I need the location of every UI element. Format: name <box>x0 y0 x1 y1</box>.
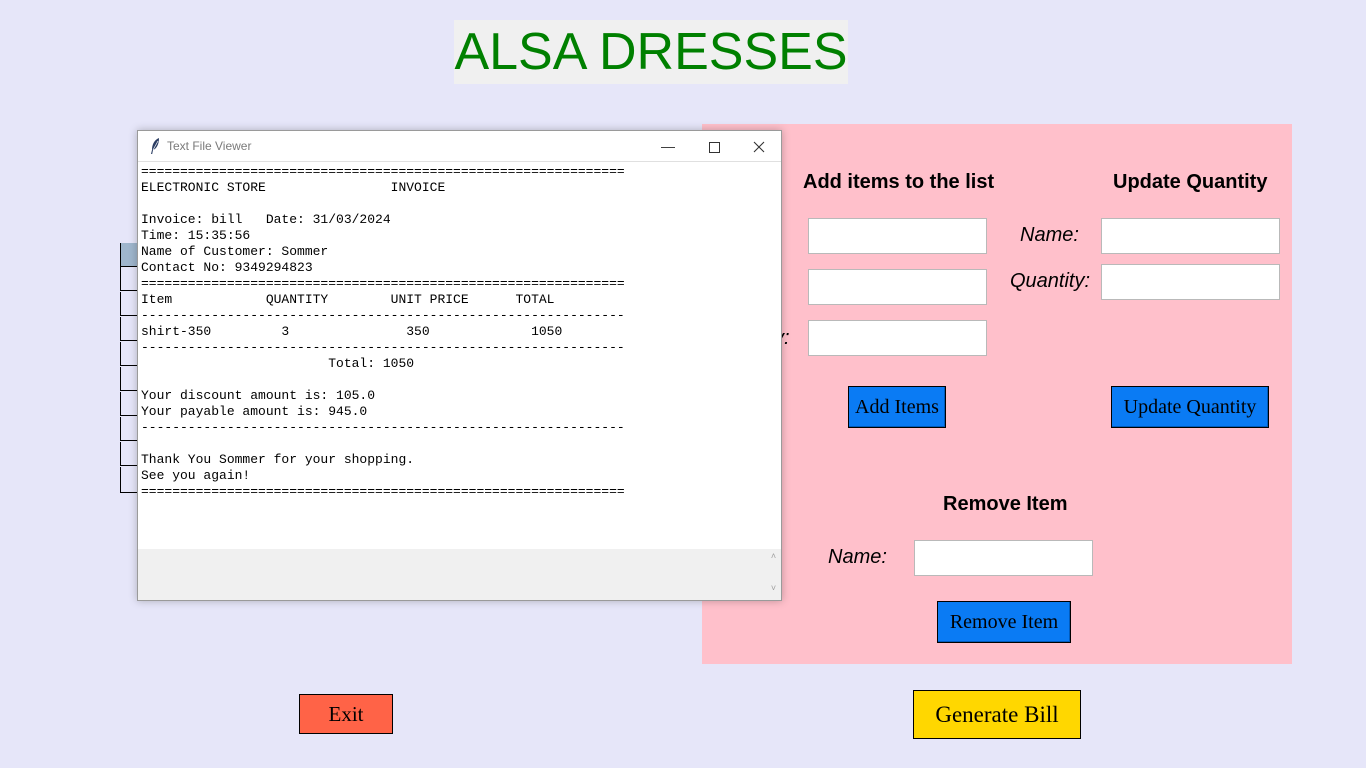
remove-name-input[interactable] <box>914 540 1093 576</box>
update-quantity-button[interactable]: Update Quantity <box>1111 386 1269 428</box>
vertical-scrollbar[interactable]: ˄ ˅ <box>766 549 781 600</box>
item-management-panel: Add items to the list : y: Add Items Upd… <box>702 124 1292 664</box>
feather-icon <box>148 137 162 155</box>
table-row[interactable] <box>120 243 138 267</box>
remove-item-button[interactable]: Remove Item <box>937 601 1071 643</box>
invoice-text-area[interactable]: ========================================… <box>138 162 781 548</box>
scroll-up-icon[interactable]: ˄ <box>766 551 781 561</box>
add-item-quantity-input[interactable] <box>808 320 987 356</box>
table-row[interactable] <box>120 342 138 366</box>
invoice-text: ========================================… <box>141 164 625 499</box>
add-item-price-input[interactable] <box>808 269 987 305</box>
update-quantity-heading: Update Quantity <box>1113 171 1268 193</box>
exit-button[interactable]: Exit <box>299 694 393 734</box>
table-row[interactable] <box>120 317 138 341</box>
table-row[interactable] <box>120 417 138 441</box>
app-title: ALSA DRESSES <box>454 20 848 84</box>
update-name-input[interactable] <box>1101 218 1280 254</box>
update-name-label: Name: <box>1020 224 1079 246</box>
add-items-button[interactable]: Add Items <box>848 386 946 428</box>
update-quantity-input[interactable] <box>1101 264 1280 300</box>
table-row[interactable] <box>120 442 138 466</box>
table-row[interactable] <box>120 367 138 391</box>
add-item-name-input[interactable] <box>808 218 987 254</box>
table-row[interactable] <box>120 292 138 316</box>
text-file-viewer-window: Text File Viewer — =====================… <box>137 130 782 601</box>
window-status-area <box>138 549 766 600</box>
close-icon[interactable] <box>736 131 782 161</box>
window-titlebar[interactable]: Text File Viewer — <box>138 131 781 162</box>
minimize-icon[interactable]: — <box>645 131 691 161</box>
scroll-down-icon[interactable]: ˅ <box>766 583 781 593</box>
remove-item-heading: Remove Item <box>943 493 1068 515</box>
maximize-icon[interactable] <box>691 131 737 161</box>
remove-name-label: Name: <box>828 546 887 568</box>
update-quantity-label: Quantity: <box>1010 270 1091 292</box>
table-row[interactable] <box>120 467 138 493</box>
generate-bill-button[interactable]: Generate Bill <box>913 690 1081 739</box>
table-row[interactable] <box>120 267 138 291</box>
add-items-heading: Add items to the list <box>803 171 995 193</box>
table-row[interactable] <box>120 392 138 416</box>
window-title: Text File Viewer <box>167 139 252 153</box>
